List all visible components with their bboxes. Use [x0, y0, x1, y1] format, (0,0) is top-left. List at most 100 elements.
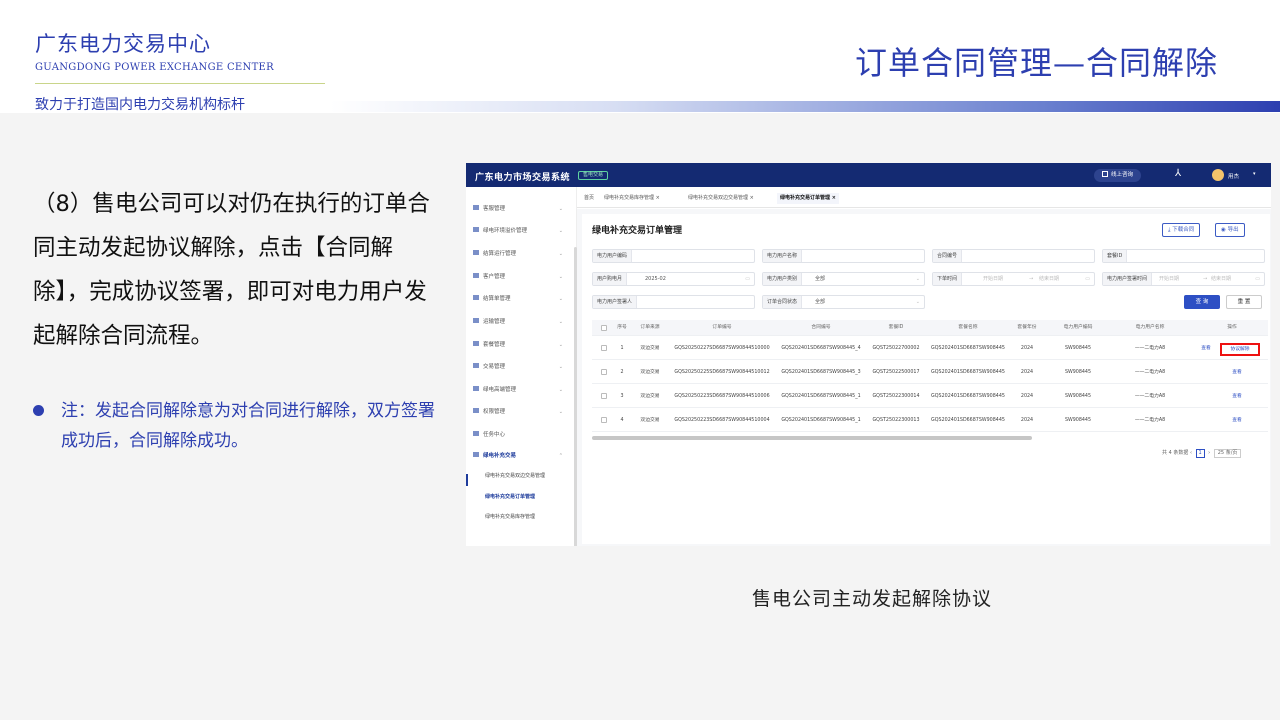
chevron-down-icon: ⌄ [558, 206, 563, 212]
sidebar-subitem-current[interactable]: 绿电补充交易订单管理 [485, 493, 535, 500]
sidebar-item[interactable]: 套餐管理 ⌄ [473, 339, 568, 351]
username[interactable]: 用杰 [1228, 172, 1239, 180]
sidebar-item[interactable]: 客服管理 ⌄ [473, 203, 568, 215]
month-field[interactable]: 用户购电月 2025-02 ▭ [592, 272, 755, 286]
table-row: 3 双边交易 GQS20250223SD6687SW90844510006 GQ… [592, 385, 1268, 408]
lock-icon [473, 408, 479, 413]
sidebar-item-green-supplement[interactable]: 绿电补充交易 ⌃ [473, 450, 568, 462]
tab-home[interactable]: 首页 [581, 193, 597, 204]
page-size-select[interactable]: 25 条/页 [1213, 449, 1242, 458]
online-consult-label: 线上咨询 [1111, 172, 1134, 178]
pagination: 共 4 条数据 ‹ 1 › 25 条/页 [1162, 449, 1242, 458]
chevron-down-icon[interactable]: ▾ [1253, 171, 1256, 177]
slide-header: 广东电力交易中心 GUANGDONG POWER EXCHANGE CENTER… [0, 0, 1280, 113]
view-link[interactable]: 查看 [1222, 385, 1252, 408]
sidebar-subitem[interactable]: 绿电补充交易库存管理 [485, 513, 535, 520]
online-consult-button[interactable]: 线上咨询 [1094, 169, 1142, 182]
reset-button[interactable]: 重 置 [1226, 295, 1262, 309]
download-contract-button[interactable]: ⤓ 下载合同 [1162, 223, 1201, 237]
note-text: 注：发起合同解除意为对合同进行解除，双方签署成功后，合同解除成功。 [61, 401, 435, 451]
table-row: 1 双边交易 GQS20250227SD6687SW90844510000 GQ… [592, 337, 1268, 360]
sidebar-item[interactable]: 交易管理 ⌄ [473, 361, 568, 373]
export-button[interactable]: ◉ 导出 [1215, 223, 1245, 237]
table-header: 序号 订单来源 订单编号 合同编号 套餐ID 套餐名称 套餐年份 电力用户编码 … [592, 320, 1268, 336]
total-count: 共 4 条数据 [1162, 450, 1189, 456]
chevron-down-icon: ⌄ [558, 342, 563, 348]
row-checkbox[interactable] [601, 417, 607, 423]
chevron-down-icon: ⌄ [558, 319, 563, 325]
sidebar-subitem[interactable]: 绿电补充交易双边交易管理 [485, 472, 545, 479]
package-id-field[interactable]: 套餐ID [1102, 249, 1265, 263]
signer-field[interactable]: 电力用户签署人 [592, 295, 755, 309]
calendar-icon: ▭ [1085, 276, 1090, 282]
main-description: （8）售电公司可以对仍在执行的订单合同主动发起协议解除，点击【合同解除】，完成协… [33, 191, 430, 349]
sidebar: 客服管理 ⌄ 绿电环境溢价管理 ⌄ 结算运行管理 ⌄ 客户管理 ⌄ 结算单管理 ⌄ 运输管… [466, 187, 577, 546]
tab-inventory[interactable]: 绿电补充交易库存管理 × [601, 193, 663, 204]
user-name-field[interactable]: 电力用户名称 [762, 249, 925, 263]
calendar-icon: ▭ [1255, 276, 1260, 282]
view-link[interactable]: 查看 [1222, 409, 1252, 432]
chart-icon [473, 386, 479, 391]
sidebar-item[interactable]: 绿电环境溢价管理 ⌄ [473, 225, 568, 237]
main-content: www.jsa...2025/02/27 www.jsa...2025/02/2… [577, 209, 1271, 546]
box-icon [473, 341, 479, 346]
order-card: 绿电补充交易订单管理 ⤓ 下载合同 ◉ 导出 电力用户编码 电力用户名称 合同编… [582, 214, 1270, 544]
headset-icon [473, 205, 479, 210]
system-title: 广东电力市场交易系统 [475, 173, 571, 183]
menu-icon [473, 452, 479, 457]
app-topbar: 广东电力市场交易系统 售电交易 线上咨询 ⅄ 用杰 ▾ [466, 163, 1271, 187]
page-number[interactable]: 1 [1195, 449, 1205, 458]
note: 注：发起合同解除意为对合同进行解除，双方签署成功后，合同解除成功。 [33, 396, 445, 456]
avatar[interactable] [1212, 169, 1224, 181]
sidebar-item[interactable]: 任务中心 [473, 429, 568, 441]
active-indicator [466, 474, 468, 486]
sidebar-item[interactable]: 绿电高端管理 ⌄ [473, 384, 568, 396]
order-time-range[interactable]: 下单时间 开始日期 → 结束日期 ▭ [932, 272, 1095, 286]
slide-title: 订单合同管理—合同解除 [854, 44, 1218, 82]
truck-icon [473, 318, 479, 323]
query-button[interactable]: 查 询 [1184, 295, 1220, 309]
sidebar-item[interactable]: 结算运行管理 ⌄ [473, 248, 568, 260]
user-code-field[interactable]: 电力用户编码 [592, 249, 755, 263]
table-scrollbar[interactable] [592, 436, 1032, 440]
sidebar-item[interactable]: 结算单管理 ⌄ [473, 293, 568, 305]
sidebar-item[interactable]: 运输管理 ⌄ [473, 316, 568, 328]
tab-bilateral[interactable]: 绿电补充交易双边交易管理 × [685, 193, 757, 204]
view-link[interactable]: 查看 [1198, 337, 1214, 360]
chevron-down-icon: ⌄ [558, 364, 563, 370]
calc-icon [473, 250, 479, 255]
system-tag: 售电交易 [578, 171, 609, 180]
chat-icon [1102, 171, 1108, 177]
calendar-icon: ▭ [745, 276, 750, 282]
row-checkbox[interactable] [601, 369, 607, 375]
app-screenshot: 广东电力市场交易系统 售电交易 线上咨询 ⅄ 用杰 ▾ 客服管理 ⌄ 绿电环境溢价… [466, 163, 1271, 546]
table-row: 4 双边交易 GQS20250223SD6687SW90844510004 GQ… [592, 409, 1268, 432]
prev-page-icon[interactable]: ‹ [1190, 450, 1192, 456]
doc-icon [473, 295, 479, 300]
sidebar-item[interactable]: 权限管理 ⌄ [473, 406, 568, 418]
select-all-checkbox[interactable] [601, 325, 607, 331]
sign-time-range[interactable]: 电力用户签署时间 开始日期 → 结束日期 ▭ [1102, 272, 1265, 286]
network-icon[interactable]: ⅄ [1175, 168, 1181, 179]
tab-orders[interactable]: 绿电补充交易订单管理 × [777, 193, 839, 204]
contract-no-field[interactable]: 合同编号 [932, 249, 1095, 263]
view-link[interactable]: 查看 [1222, 361, 1252, 384]
chevron-up-icon: ⌃ [558, 453, 563, 459]
brand-name-en: GUANGDONG POWER EXCHANGE CENTER [35, 62, 274, 73]
chevron-down-icon: ⌄ [558, 251, 563, 257]
tab-bar: 首页 绿电补充交易库存管理 × 绿电补充交易双边交易管理 × 绿电补充交易订单管… [577, 187, 1271, 208]
brand-divider [35, 83, 325, 84]
terminate-agreement-button[interactable]: 协议解除 [1220, 343, 1260, 356]
chevron-down-icon: ⌄ [558, 274, 563, 280]
user-type-select[interactable]: 电力用户类别 全部 ⌄ [762, 272, 925, 286]
page-title: 绿电补充交易订单管理 [592, 226, 683, 236]
row-checkbox[interactable] [601, 345, 607, 351]
order-status-select[interactable]: 订单合同状态 全部 ⌄ [762, 295, 925, 309]
row-checkbox[interactable] [601, 393, 607, 399]
brand-slogan: 致力于打造国内电力交易机构标杆 [35, 97, 245, 113]
chevron-down-icon: ⌄ [915, 299, 920, 305]
next-page-icon[interactable]: › [1208, 450, 1210, 456]
chevron-down-icon: ⌄ [558, 387, 563, 393]
sidebar-item[interactable]: 客户管理 ⌄ [473, 271, 568, 283]
chevron-down-icon: ⌄ [558, 228, 563, 234]
